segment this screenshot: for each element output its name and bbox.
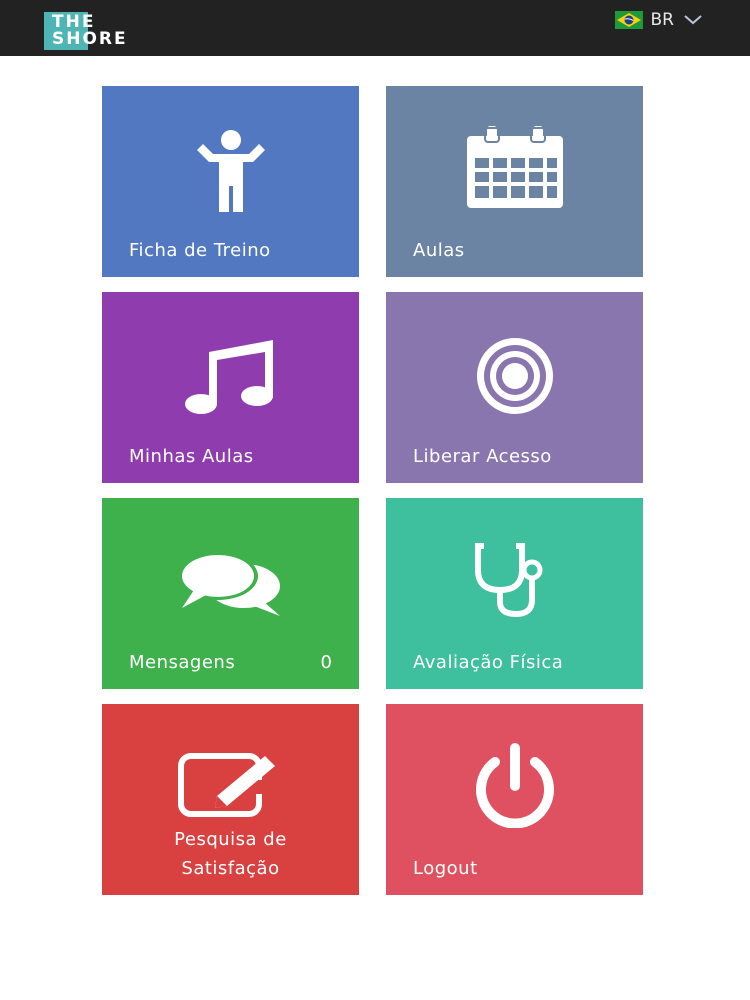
edit-icon — [177, 753, 275, 817]
music-note-icon — [184, 340, 273, 414]
person-icon — [196, 130, 265, 212]
power-icon — [475, 743, 554, 828]
tile-label-line-1: Pesquisa de — [174, 829, 287, 850]
target-icon — [476, 338, 553, 414]
tile-label: Liberar Acesso — [413, 446, 552, 467]
tile-mensagens[interactable]: Mensagens 0 — [102, 498, 359, 689]
tile-minhas-aulas[interactable]: Minhas Aulas — [102, 292, 359, 483]
message-count-badge: 0 — [320, 652, 332, 673]
tile-avaliacao-fisica[interactable]: Avaliação Física — [386, 498, 643, 689]
tile-logout[interactable]: Logout — [386, 704, 643, 895]
logo-line-2: SHORE — [52, 29, 128, 49]
tile-label: Pesquisa de Satisfação — [102, 825, 359, 883]
the-shore-logo[interactable]: THE SHORE — [44, 12, 152, 52]
stethoscope-icon — [474, 543, 542, 618]
tile-liberar-acesso[interactable]: Liberar Acesso — [386, 292, 643, 483]
language-code: BR — [650, 10, 674, 30]
tile-label: Aulas — [413, 240, 465, 261]
tile-label-line-2: Satisfação — [181, 858, 280, 879]
chevron-down-icon — [684, 15, 702, 25]
tile-label: Mensagens — [129, 652, 236, 673]
tile-pesquisa-de-satisfacao[interactable]: Pesquisa de Satisfação — [102, 704, 359, 895]
top-bar: THE SHORE BR — [0, 0, 750, 56]
tile-label: Logout — [413, 858, 478, 879]
tile-ficha-de-treino[interactable]: Ficha de Treino — [102, 86, 359, 277]
tile-label: Minhas Aulas — [129, 446, 254, 467]
tile-aulas[interactable]: Aulas — [386, 86, 643, 277]
chat-bubbles-icon — [177, 552, 280, 616]
brazil-flag-icon — [614, 11, 643, 29]
tile-label: Avaliação Física — [413, 652, 564, 673]
language-selector[interactable]: BR — [614, 8, 704, 32]
tile-label: Ficha de Treino — [129, 240, 271, 261]
calendar-icon — [466, 126, 563, 208]
